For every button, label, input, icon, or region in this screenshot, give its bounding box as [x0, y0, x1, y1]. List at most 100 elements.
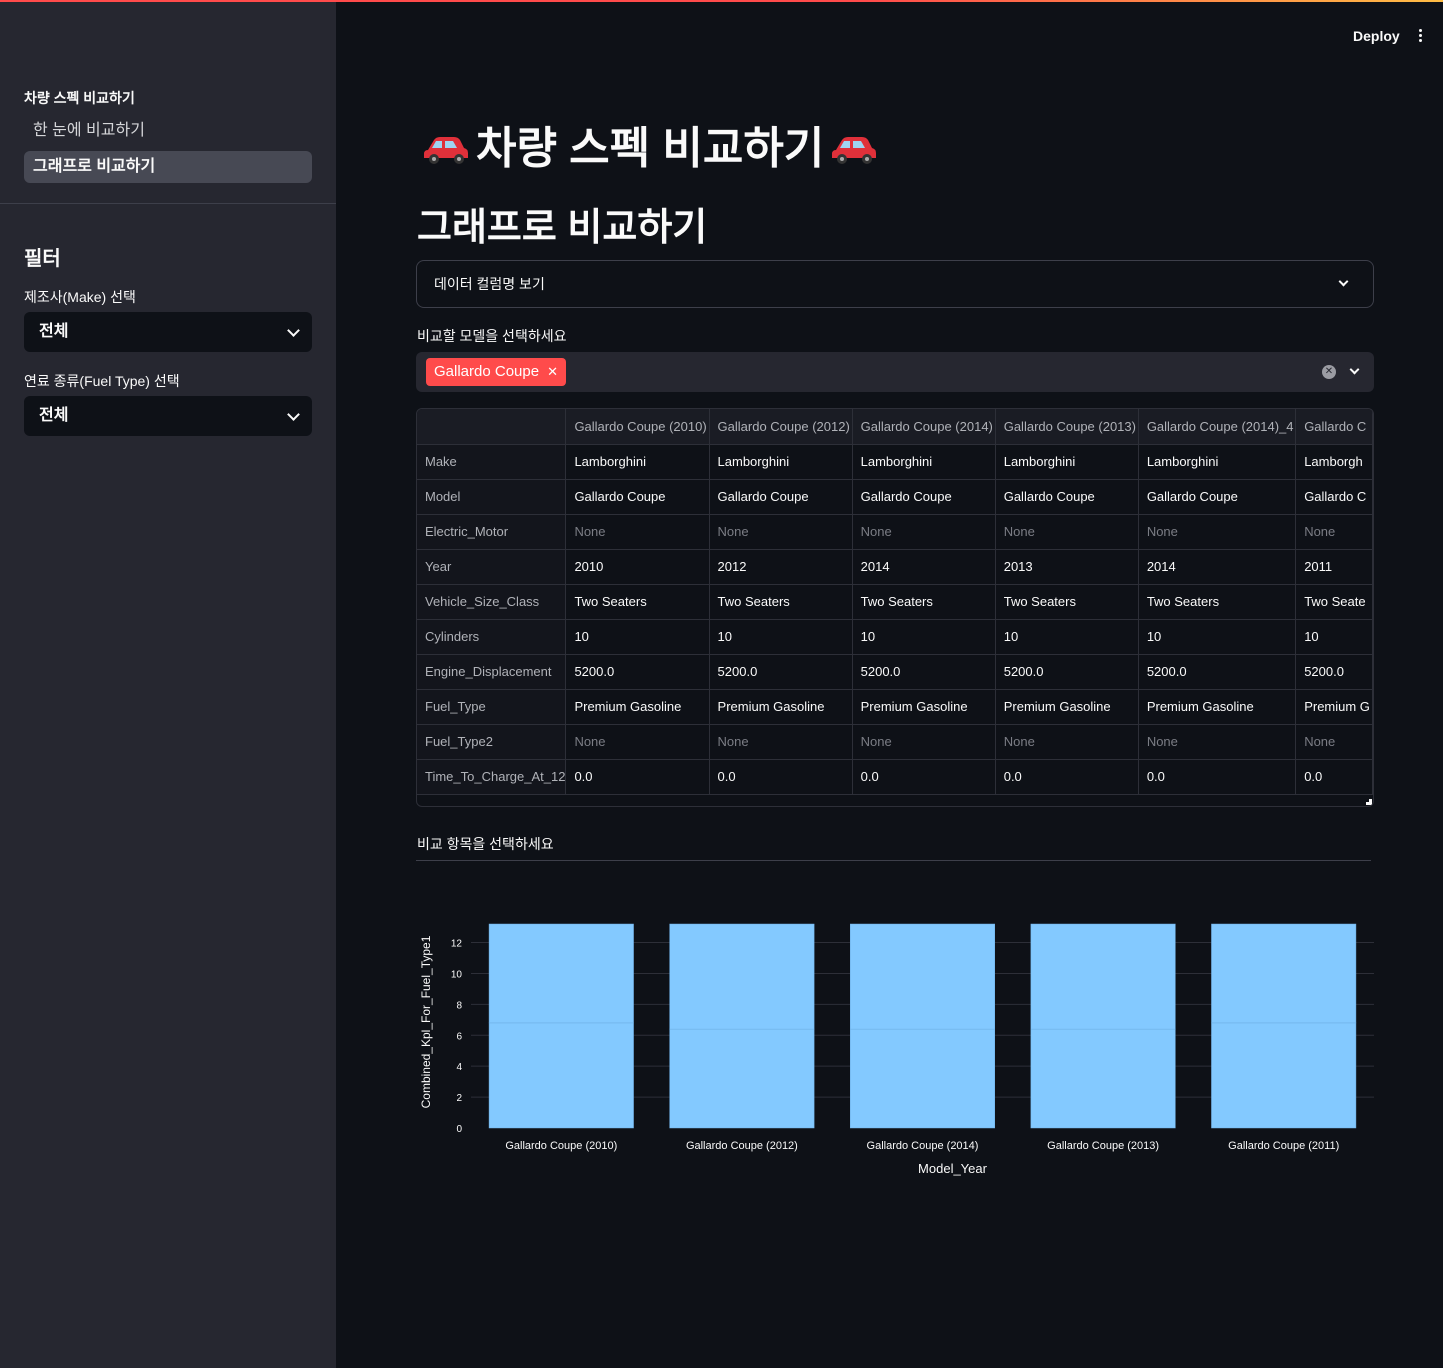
- table-row-header[interactable]: Fuel_Type: [417, 689, 567, 725]
- table-cell[interactable]: None: [1138, 724, 1297, 760]
- table-row-header[interactable]: Fuel_Type2: [417, 724, 567, 760]
- y-tick-label: 6: [456, 1031, 462, 1042]
- selected-model-tag[interactable]: Gallardo Coupe ✕: [426, 358, 566, 386]
- table-row-header[interactable]: Make: [417, 444, 567, 480]
- table-cell[interactable]: 2014: [1138, 549, 1297, 585]
- table-cell[interactable]: 2011: [1295, 549, 1373, 585]
- table-cell[interactable]: Two Seaters: [1138, 584, 1297, 620]
- table-cell[interactable]: 5200.0: [995, 654, 1139, 690]
- table-cell[interactable]: None: [565, 514, 710, 550]
- kebab-menu-icon[interactable]: [1419, 29, 1423, 44]
- remove-tag-icon[interactable]: ✕: [547, 364, 558, 379]
- table-cell[interactable]: 0.0: [852, 759, 996, 795]
- table-cell[interactable]: Gallardo Coupe: [565, 479, 710, 515]
- make-select[interactable]: 전체: [24, 312, 312, 352]
- chevron-down-icon: [287, 408, 300, 421]
- table-cell[interactable]: 5200.0: [1138, 654, 1297, 690]
- table-cell[interactable]: None: [995, 724, 1139, 760]
- table-cell[interactable]: None: [709, 514, 853, 550]
- table-row-header[interactable]: Electric_Motor: [417, 514, 567, 550]
- table-cell[interactable]: None: [1295, 514, 1373, 550]
- table-cell[interactable]: Lamborghini: [852, 444, 996, 480]
- table-cell[interactable]: Lamborghini: [1138, 444, 1297, 480]
- deploy-button[interactable]: Deploy: [1353, 28, 1400, 44]
- table-cell[interactable]: Two Seaters: [565, 584, 710, 620]
- table-cell[interactable]: 10: [1138, 619, 1297, 655]
- table-cell[interactable]: Premium Gasoline: [709, 689, 853, 725]
- fuel-type-select[interactable]: 전체: [24, 396, 312, 436]
- table-row-header[interactable]: Model: [417, 479, 567, 515]
- table-cell[interactable]: 10: [1295, 619, 1373, 655]
- table-cell[interactable]: None: [852, 514, 996, 550]
- table-cell[interactable]: 0.0: [565, 759, 710, 795]
- table-cell[interactable]: None: [565, 724, 710, 760]
- table-cell[interactable]: 10: [709, 619, 853, 655]
- table-cell[interactable]: 2010: [565, 549, 710, 585]
- table-cell[interactable]: Two Seate: [1295, 584, 1373, 620]
- table-cell[interactable]: Lamborgh: [1295, 444, 1373, 480]
- table-cell[interactable]: Premium Gasoline: [565, 689, 710, 725]
- table-corner-header[interactable]: [417, 409, 567, 445]
- table-cell[interactable]: Gallardo Coupe: [709, 479, 853, 515]
- spec-table[interactable]: Gallardo Coupe (2010) Gallardo Coupe (201…: [416, 408, 1374, 807]
- table-cell[interactable]: 10: [565, 619, 710, 655]
- table-column-header[interactable]: Gallardo Coupe (2014): [852, 409, 996, 445]
- table-cell[interactable]: Gallardo Coupe: [1138, 479, 1297, 515]
- table-cell[interactable]: Lamborghini: [565, 444, 710, 480]
- table-cell[interactable]: None: [709, 724, 853, 760]
- table-column-header[interactable]: Gallardo Coupe (2013): [995, 409, 1139, 445]
- table-column-header[interactable]: Gallardo Coupe (2014)_4: [1138, 409, 1297, 445]
- table-cell[interactable]: 0.0: [1295, 759, 1373, 795]
- y-tick-label: 10: [451, 969, 463, 980]
- chart-divider: [416, 860, 1371, 861]
- table-row-header[interactable]: Cylinders: [417, 619, 567, 655]
- table-cell[interactable]: 2013: [995, 549, 1139, 585]
- table-column-header[interactable]: Gallardo C: [1295, 409, 1373, 445]
- table-cell[interactable]: 0.0: [709, 759, 853, 795]
- table-cell[interactable]: Premium Gasoline: [852, 689, 996, 725]
- table-cell[interactable]: 10: [852, 619, 996, 655]
- table-cell[interactable]: Gallardo Coupe: [995, 479, 1139, 515]
- table-cell[interactable]: Gallardo Coupe: [852, 479, 996, 515]
- table-cell[interactable]: 0.0: [1138, 759, 1297, 795]
- table-column-header[interactable]: Gallardo Coupe (2010): [565, 409, 710, 445]
- table-cell[interactable]: Gallardo C: [1295, 479, 1373, 515]
- table-cell[interactable]: 2014: [852, 549, 996, 585]
- table-cell[interactable]: 5200.0: [1295, 654, 1373, 690]
- table-cell[interactable]: None: [1138, 514, 1297, 550]
- table-cell[interactable]: 5200.0: [565, 654, 710, 690]
- sidebar-item-graph-compare[interactable]: 그래프로 비교하기: [24, 151, 312, 183]
- sidebar-item-overview[interactable]: 한 눈에 비교하기: [24, 115, 312, 147]
- table-cell[interactable]: Two Seaters: [709, 584, 853, 620]
- selected-model-tag-label: Gallardo Coupe: [434, 363, 540, 380]
- x-tick-label: Gallardo Coupe (2011): [1228, 1140, 1339, 1152]
- table-cell[interactable]: Two Seaters: [852, 584, 996, 620]
- table-row-header[interactable]: Year: [417, 549, 567, 585]
- resize-handle-icon[interactable]: [1366, 799, 1372, 805]
- table-row-header[interactable]: Vehicle_Size_Class: [417, 584, 567, 620]
- bar-chart[interactable]: 0 2 4 6 8 10 12 Gallardo Coupe (2010) Gallardo C…: [416, 862, 1374, 1192]
- table-column-header[interactable]: Gallardo Coupe (2012): [709, 409, 853, 445]
- table-cell[interactable]: 5200.0: [709, 654, 853, 690]
- table-cell[interactable]: 10: [995, 619, 1139, 655]
- table-row-header[interactable]: Time_To_Charge_At_12: [417, 759, 567, 795]
- table-cell[interactable]: 2012: [709, 549, 853, 585]
- chevron-down-icon[interactable]: [1349, 364, 1360, 375]
- table-cell[interactable]: Lamborghini: [709, 444, 853, 480]
- table-row-header[interactable]: Engine_Displacement: [417, 654, 567, 690]
- table-cell[interactable]: Two Seaters: [995, 584, 1139, 620]
- table-cell[interactable]: Premium G: [1295, 689, 1373, 725]
- table-cell[interactable]: Premium Gasoline: [995, 689, 1139, 725]
- table-cell[interactable]: 5200.0: [852, 654, 996, 690]
- table-cell[interactable]: None: [852, 724, 996, 760]
- table-cell[interactable]: Lamborghini: [995, 444, 1139, 480]
- table-cell[interactable]: None: [1295, 724, 1373, 760]
- clear-all-icon[interactable]: ✕: [1322, 365, 1336, 379]
- table-cell[interactable]: 0.0: [995, 759, 1139, 795]
- bar-segment: [850, 1028, 995, 1129]
- model-multiselect[interactable]: Gallardo Coupe ✕ ✕: [416, 352, 1374, 392]
- y-tick-label: 8: [456, 1000, 462, 1011]
- column-names-expander[interactable]: 데이터 컬럼명 보기: [416, 260, 1374, 308]
- table-cell[interactable]: None: [995, 514, 1139, 550]
- table-cell[interactable]: Premium Gasoline: [1138, 689, 1297, 725]
